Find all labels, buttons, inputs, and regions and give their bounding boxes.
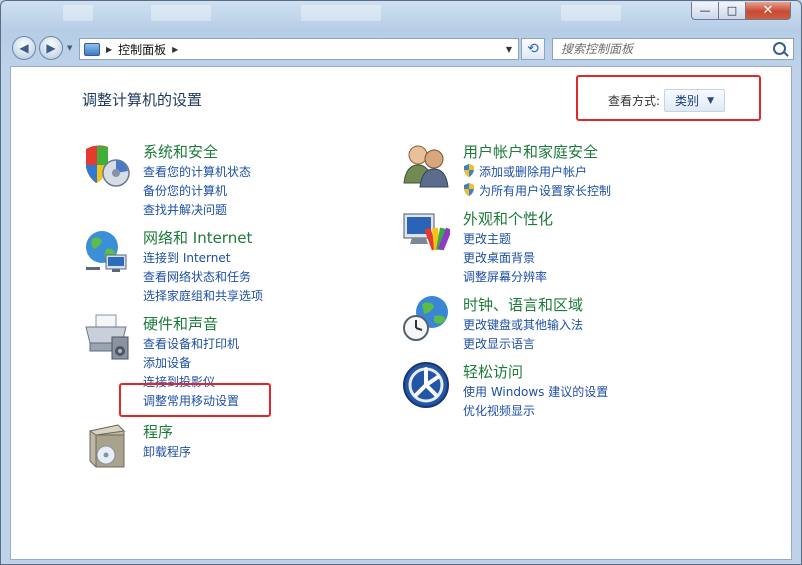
link-add-remove-accounts[interactable]: 添加或删除用户帐户	[463, 163, 587, 180]
search-box[interactable]	[552, 38, 794, 60]
link-devices-printers[interactable]: 查看设备和打印机	[143, 335, 239, 352]
search-input[interactable]	[553, 39, 771, 59]
link-connect-internet[interactable]: 连接到 Internet	[143, 249, 230, 266]
category-title[interactable]: 时钟、语言和区域	[463, 294, 583, 315]
users-icon	[403, 145, 449, 188]
minimize-button[interactable]: —	[691, 2, 719, 20]
view-by-value: 类别	[675, 94, 700, 108]
dropdown-arrow-icon: ▼	[707, 95, 714, 106]
link-recommended-settings[interactable]: 使用 Windows 建议的设置	[463, 383, 608, 400]
link-change-display-language[interactable]: 更改显示语言	[463, 335, 535, 352]
refresh-icon: ⟲	[527, 41, 539, 57]
forward-button[interactable]: ▶	[39, 36, 63, 60]
link-screen-resolution[interactable]: 调整屏幕分辨率	[463, 268, 547, 285]
control-panel-window: — □ ✕ ◀ ▶ ▼ ▶ 控制面板 ▶ ▼ ⟲ 调整计算机的设置 查看方式: …	[0, 0, 802, 565]
link-network-status[interactable]: 查看网络状态和任务	[143, 268, 251, 285]
category-title[interactable]: 用户帐户和家庭安全	[463, 141, 598, 162]
category-ease-of-access: 轻松访问 使用 Windows 建议的设置 优化视频显示	[402, 361, 682, 421]
address-bar[interactable]: ▶ 控制面板 ▶ ▼	[79, 38, 519, 60]
link-change-theme[interactable]: 更改主题	[463, 230, 511, 247]
category-clock-language-region: 时钟、语言和区域 更改键盘或其他输入法 更改显示语言	[402, 294, 682, 354]
refresh-button[interactable]: ⟲	[521, 38, 545, 60]
navigation-bar: ◀ ▶ ▼ ▶ 控制面板 ▶ ▼ ⟲	[1, 33, 801, 63]
uac-shield-icon	[464, 183, 474, 196]
link-optimize-display[interactable]: 优化视频显示	[463, 402, 535, 419]
breadcrumb-arrow-icon[interactable]: ▶	[172, 45, 178, 54]
view-by-label: 查看方式:	[608, 94, 661, 108]
maximize-button[interactable]: □	[718, 2, 746, 20]
background-blur	[301, 5, 381, 21]
category-system-security: 系统和安全 查看您的计算机状态 备份您的计算机 查找并解决问题	[82, 141, 312, 217]
link-add-device[interactable]: 添加设备	[143, 354, 191, 371]
category-programs: 程序 卸载程序	[82, 421, 312, 471]
highlight-box	[119, 383, 271, 417]
category-title[interactable]: 程序	[143, 421, 173, 442]
category-title[interactable]: 网络和 Internet	[143, 227, 252, 248]
category-title[interactable]: 系统和安全	[143, 141, 218, 162]
back-arrow-icon: ◀	[19, 41, 29, 55]
page-title: 调整计算机的设置	[82, 91, 203, 109]
view-by-control: 查看方式: 类别 ▼	[608, 89, 725, 112]
category-title[interactable]: 轻松访问	[463, 361, 523, 382]
clock-globe-icon	[403, 296, 448, 341]
printer-hardware-icon	[85, 314, 129, 360]
link-change-input-method[interactable]: 更改键盘或其他输入法	[463, 316, 583, 333]
category-appearance: 外观和个性化 更改主题 更改桌面背景 调整屏幕分辨率	[402, 208, 682, 284]
category-network-internet: 网络和 Internet 连接到 Internet 查看网络状态和任务 选择家庭…	[82, 227, 312, 303]
title-bar[interactable]: — □ ✕	[1, 1, 801, 29]
address-dropdown-icon[interactable]: ▼	[506, 45, 512, 54]
close-button[interactable]: ✕	[745, 2, 791, 20]
programs-box-icon	[88, 424, 126, 468]
link-label: 添加或删除用户帐户	[479, 165, 588, 179]
content-area: 调整计算机的设置 查看方式: 类别 ▼ 系统和安全 查看您的计算机状态 备份您的…	[10, 66, 792, 560]
background-blur	[561, 5, 621, 21]
view-by-dropdown[interactable]: 类别 ▼	[664, 89, 725, 112]
ease-of-access-icon	[403, 362, 449, 408]
link-backup-computer[interactable]: 备份您的计算机	[143, 182, 227, 199]
link-change-desktop-background[interactable]: 更改桌面背景	[463, 249, 535, 266]
category-title[interactable]: 外观和个性化	[463, 208, 553, 229]
forward-arrow-icon: ▶	[46, 41, 56, 55]
link-homegroup-sharing[interactable]: 选择家庭组和共享选项	[143, 287, 263, 304]
control-panel-icon	[84, 42, 100, 56]
background-blur	[63, 5, 93, 21]
monitor-palette-icon	[403, 213, 450, 251]
category-user-accounts: 用户帐户和家庭安全 添加或删除用户帐户 为所有用户设置家长控制	[402, 141, 682, 201]
back-button[interactable]: ◀	[12, 36, 36, 60]
search-icon[interactable]	[773, 42, 786, 55]
recent-pages-dropdown[interactable]: ▼	[67, 44, 72, 52]
uac-shield-icon	[464, 164, 474, 177]
link-view-computer-status[interactable]: 查看您的计算机状态	[143, 163, 251, 180]
breadcrumb-control-panel[interactable]: 控制面板	[118, 41, 166, 58]
link-troubleshoot[interactable]: 查找并解决问题	[143, 201, 227, 218]
breadcrumb-arrow-icon[interactable]: ▶	[106, 45, 112, 54]
category-title[interactable]: 硬件和声音	[143, 313, 218, 334]
background-blur	[151, 5, 211, 21]
system-security-icon	[86, 145, 130, 187]
link-uninstall-program[interactable]: 卸载程序	[143, 443, 191, 460]
link-parental-controls[interactable]: 为所有用户设置家长控制	[463, 182, 611, 199]
link-label: 为所有用户设置家长控制	[479, 184, 612, 198]
network-globe-icon	[86, 231, 127, 272]
